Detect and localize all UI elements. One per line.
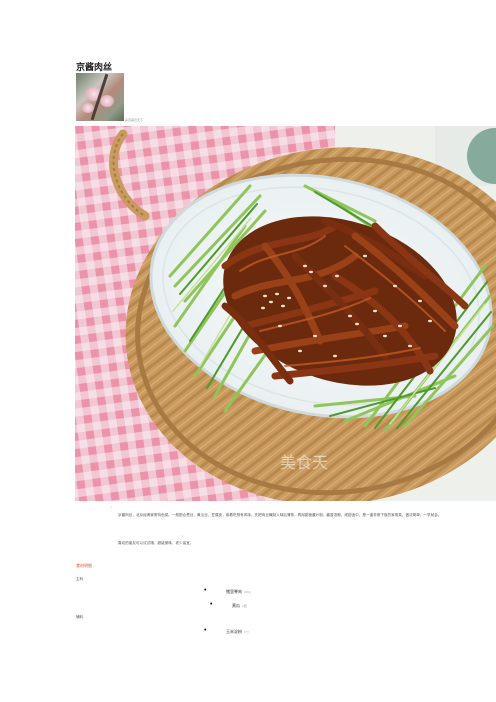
- ingredient-item[interactable]: • 玉米淀粉 1勺: [204, 627, 249, 635]
- ingredient-name: 黄瓜: [232, 603, 240, 608]
- dish-photo: 美食天: [75, 126, 496, 501]
- author-avatar[interactable]: [76, 73, 124, 121]
- ingredient-group-label: 主料: [76, 577, 84, 581]
- recipe-intro: 京酱肉丝，北京经典家常特色菜。一般配合葱丝、黄瓜丝、豆腐皮，卷着吃别有风味。先把…: [118, 513, 442, 517]
- ingredient-group-label: 辅料: [76, 615, 84, 619]
- ingredient-item[interactable]: • 黄瓜 1根: [210, 601, 247, 609]
- recipe-title: 京酱肉丝: [76, 62, 113, 72]
- ingredient-amount: 1勺: [244, 630, 249, 634]
- bullet-icon: •: [204, 587, 207, 594]
- ingredients-heading: 食材明细: [76, 563, 92, 568]
- ingredient-amount: 300g: [244, 590, 251, 594]
- author-name[interactable]: 来自美食天下: [125, 118, 143, 122]
- ingredient-name: 猪里脊肉: [226, 589, 242, 594]
- bullet-icon: •: [210, 601, 213, 608]
- quote-close-mark: ”: [181, 535, 184, 541]
- photo-watermark: 美食天: [280, 453, 328, 472]
- quote-open-mark: “: [110, 506, 113, 512]
- ingredient-item[interactable]: • 猪里脊肉 300g: [204, 587, 251, 595]
- ingredient-amount: 1根: [242, 604, 247, 608]
- bullet-icon: •: [204, 627, 207, 634]
- ingredient-name: 玉米淀粉: [226, 629, 242, 634]
- recipe-closing: 喜欢的朋友可以试试哦，超级美味，老少皆宜。: [118, 541, 194, 545]
